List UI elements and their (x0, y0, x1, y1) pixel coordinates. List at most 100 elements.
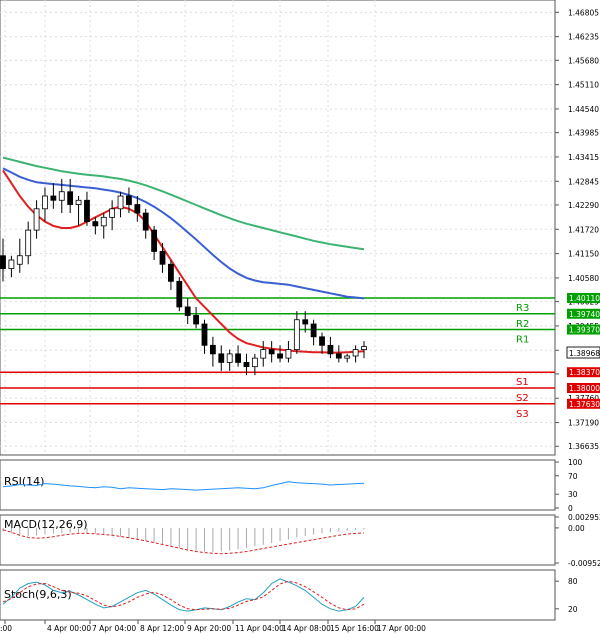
candle-bear (268, 349, 275, 355)
candle-bear (235, 353, 241, 363)
time-tick-label: 17 Apr 00:00 (377, 624, 426, 633)
rsi-tick-label: 70 (568, 472, 578, 481)
candle-bear (176, 280, 183, 308)
macd-pane: MACD(12,26,9) 0.002952 0.00 -0.009528 (0, 513, 600, 568)
price-tick-label: 1.42290 (568, 201, 599, 210)
candle-bull (260, 349, 267, 359)
candle-bear (168, 263, 174, 282)
candle-bull (117, 195, 124, 210)
candle-bear (184, 306, 191, 316)
candle-bull (33, 208, 40, 231)
level-tag-text: 1.39370 (569, 326, 600, 335)
candle-bear (209, 344, 216, 355)
price-tick-label: 1.45680 (568, 56, 599, 65)
current-price-label: 1.38968 (569, 349, 600, 358)
candle-bear (243, 361, 250, 368)
candle-bear (142, 212, 149, 231)
candle-bear (327, 344, 334, 355)
price-tick-label: 1.46235 (568, 33, 599, 42)
macd-tick-label: 0.002952 (568, 513, 600, 522)
candle (176, 277, 183, 312)
price-tick-label: 1.36635 (568, 442, 599, 451)
macd-tick-label: 0.00 (568, 524, 585, 533)
candle-bear (335, 353, 342, 359)
candle-bull (251, 357, 258, 368)
time-tick-label: 7 Apr 04:00 (92, 624, 136, 633)
price-tick-label: 1.41150 (568, 250, 599, 259)
candle-bear (151, 229, 158, 252)
candle-bull (344, 355, 351, 359)
candle-bear (310, 323, 317, 338)
level-tag-text: 1.38370 (569, 368, 600, 377)
macd-label: MACD(12,26,9) (4, 518, 88, 531)
price-tick-label: 1.45110 (568, 81, 599, 90)
candle-bull (361, 346, 367, 351)
price-tick-label: 1.44540 (568, 105, 599, 114)
level-label-s3: S3 (516, 409, 529, 420)
level-tag-text: 1.37630 (569, 400, 600, 409)
price-tick-label: 1.41720 (568, 225, 599, 234)
price-pane: R3 R2 R1 S1 S2 S3 1.46805 1.46235 1.45680 1.4511… (0, 0, 600, 456)
level-tag-text: 1.40110 (569, 294, 600, 303)
level-tag-text: 1.39740 (569, 310, 600, 319)
stoch-pane: Stoch(9,6,3) 8020 (0, 569, 578, 621)
rsi-axis: 100 70 30 0 (555, 458, 583, 513)
level-label-r1: R1 (516, 335, 529, 346)
time-tick-label: 8 Apr 12:00 (140, 624, 184, 633)
candle-bear (50, 195, 57, 201)
current-price-tag: 1.38968 (566, 346, 600, 359)
candle-bear (193, 315, 199, 325)
rsi-tick-label: 100 (568, 458, 583, 467)
price-tick-label: 1.42845 (568, 177, 599, 186)
candle-bear (84, 199, 90, 222)
level-label-s1: S1 (516, 377, 529, 388)
level-label-s2: S2 (516, 393, 529, 404)
candle-bear (0, 255, 6, 269)
rsi-tick-label: 0 (568, 504, 573, 513)
level-label-r3: R3 (516, 303, 529, 314)
price-tick-label: 1.46805 (568, 8, 599, 17)
candle-bear (134, 204, 141, 214)
macd-axis: 0.002952 0.00 -0.009528 (555, 513, 600, 568)
candle-bull (58, 191, 65, 201)
candle-bull (226, 353, 233, 363)
rsi-tick-label: 30 (568, 490, 578, 499)
candle-bear (319, 336, 325, 346)
price-tick-label: 1.43415 (568, 153, 599, 162)
candle-bull (16, 255, 23, 265)
candle-bear (277, 353, 283, 359)
candle-bull (25, 229, 32, 257)
candle-bull (42, 195, 48, 210)
price-tick-label: 1.37190 (568, 419, 599, 428)
candle-bull (285, 349, 292, 359)
candle-bear (159, 251, 166, 265)
stoch-tick-label: 80 (568, 577, 578, 586)
candle-bear (218, 353, 225, 363)
stoch-tick-label: 20 (568, 605, 578, 614)
price-tick-label: 1.40580 (568, 274, 599, 283)
time-tick-label: 11 Apr 04:00 (235, 624, 284, 633)
chart-canvas: R3 R2 R1 S1 S2 S3 1.46805 1.46235 1.45680 1.4511… (0, 0, 600, 633)
level-tag-text: 1.38000 (569, 384, 600, 393)
candle-bull (352, 349, 359, 357)
candle-bear (302, 319, 309, 325)
candle-bear (92, 221, 99, 227)
candle-bear (67, 191, 74, 205)
candle-bear (126, 195, 132, 205)
rsi-pane: RSI(14) 10070300 (0, 458, 583, 513)
level-label-r2: R2 (516, 319, 529, 330)
stoch-axis: 80 20 (555, 577, 578, 614)
price-tick-label: 1.43985 (568, 129, 599, 138)
candle-bull (100, 216, 107, 227)
candle-bull (8, 259, 15, 269)
price-pane-frame (0, 0, 556, 456)
time-tick-label: 14 Apr 08:00 (282, 624, 331, 633)
rsi-pane-frame (0, 459, 556, 511)
time-tick-label: 4 Apr 00:00 (47, 624, 91, 633)
macd-tick-label: -0.009528 (568, 559, 600, 568)
time-tick-label: 9 Apr 20:00 (187, 624, 231, 633)
candle-bear (201, 323, 208, 346)
time-tick-label: :00 (0, 624, 12, 633)
time-axis: :00 4 Apr 00:00 7 Apr 04:00 8 Apr 12:00 9 Ap… (0, 620, 426, 633)
candle-bull (293, 319, 300, 351)
